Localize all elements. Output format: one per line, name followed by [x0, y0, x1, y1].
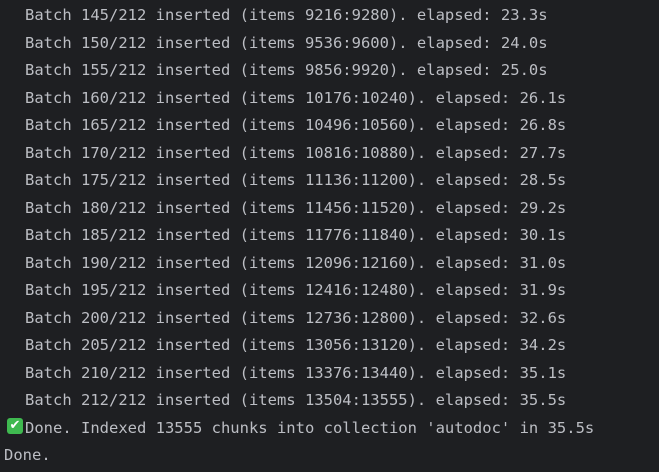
log-line: Batch 145/212 inserted (items 9216:9280)… [25, 6, 548, 24]
log-line: Batch 170/212 inserted (items 10816:1088… [25, 143, 567, 162]
log-line: Batch 150/212 inserted (items 9536:9600)… [25, 33, 548, 52]
final-status-line: Done. [4, 446, 51, 464]
log-line: Batch 180/212 inserted (items 11456:1152… [25, 198, 567, 217]
log-line: Batch 210/212 inserted (items 13376:1344… [25, 363, 567, 382]
log-line: Batch 190/212 inserted (items 12096:1216… [25, 253, 567, 272]
log-line: Batch 155/212 inserted (items 9856:9920)… [25, 61, 548, 79]
log-line: Batch 212/212 inserted (items 13504:1355… [25, 391, 567, 409]
log-line: Batch 205/212 inserted (items 13056:1312… [25, 336, 567, 354]
log-line: Batch 195/212 inserted (items 12416:1248… [25, 281, 567, 299]
log-line: Batch 185/212 inserted (items 11776:1184… [25, 226, 567, 244]
check-mark-icon: ✔ [7, 418, 23, 434]
log-line: Batch 160/212 inserted (items 10176:1024… [25, 88, 567, 107]
log-line: Batch 165/212 inserted (items 10496:1056… [25, 116, 567, 134]
log-line: Batch 200/212 inserted (items 12736:1280… [25, 308, 567, 327]
summary-line: ✔ Done. Indexed 13555 chunks into collect… [0, 415, 659, 443]
terminal-output: Batch 145/212 inserted (items 9216:9280)… [0, 0, 659, 472]
log-line: Batch 175/212 inserted (items 11136:1120… [25, 171, 567, 189]
summary-text: Done. Indexed 13555 chunks into collecti… [25, 418, 595, 437]
